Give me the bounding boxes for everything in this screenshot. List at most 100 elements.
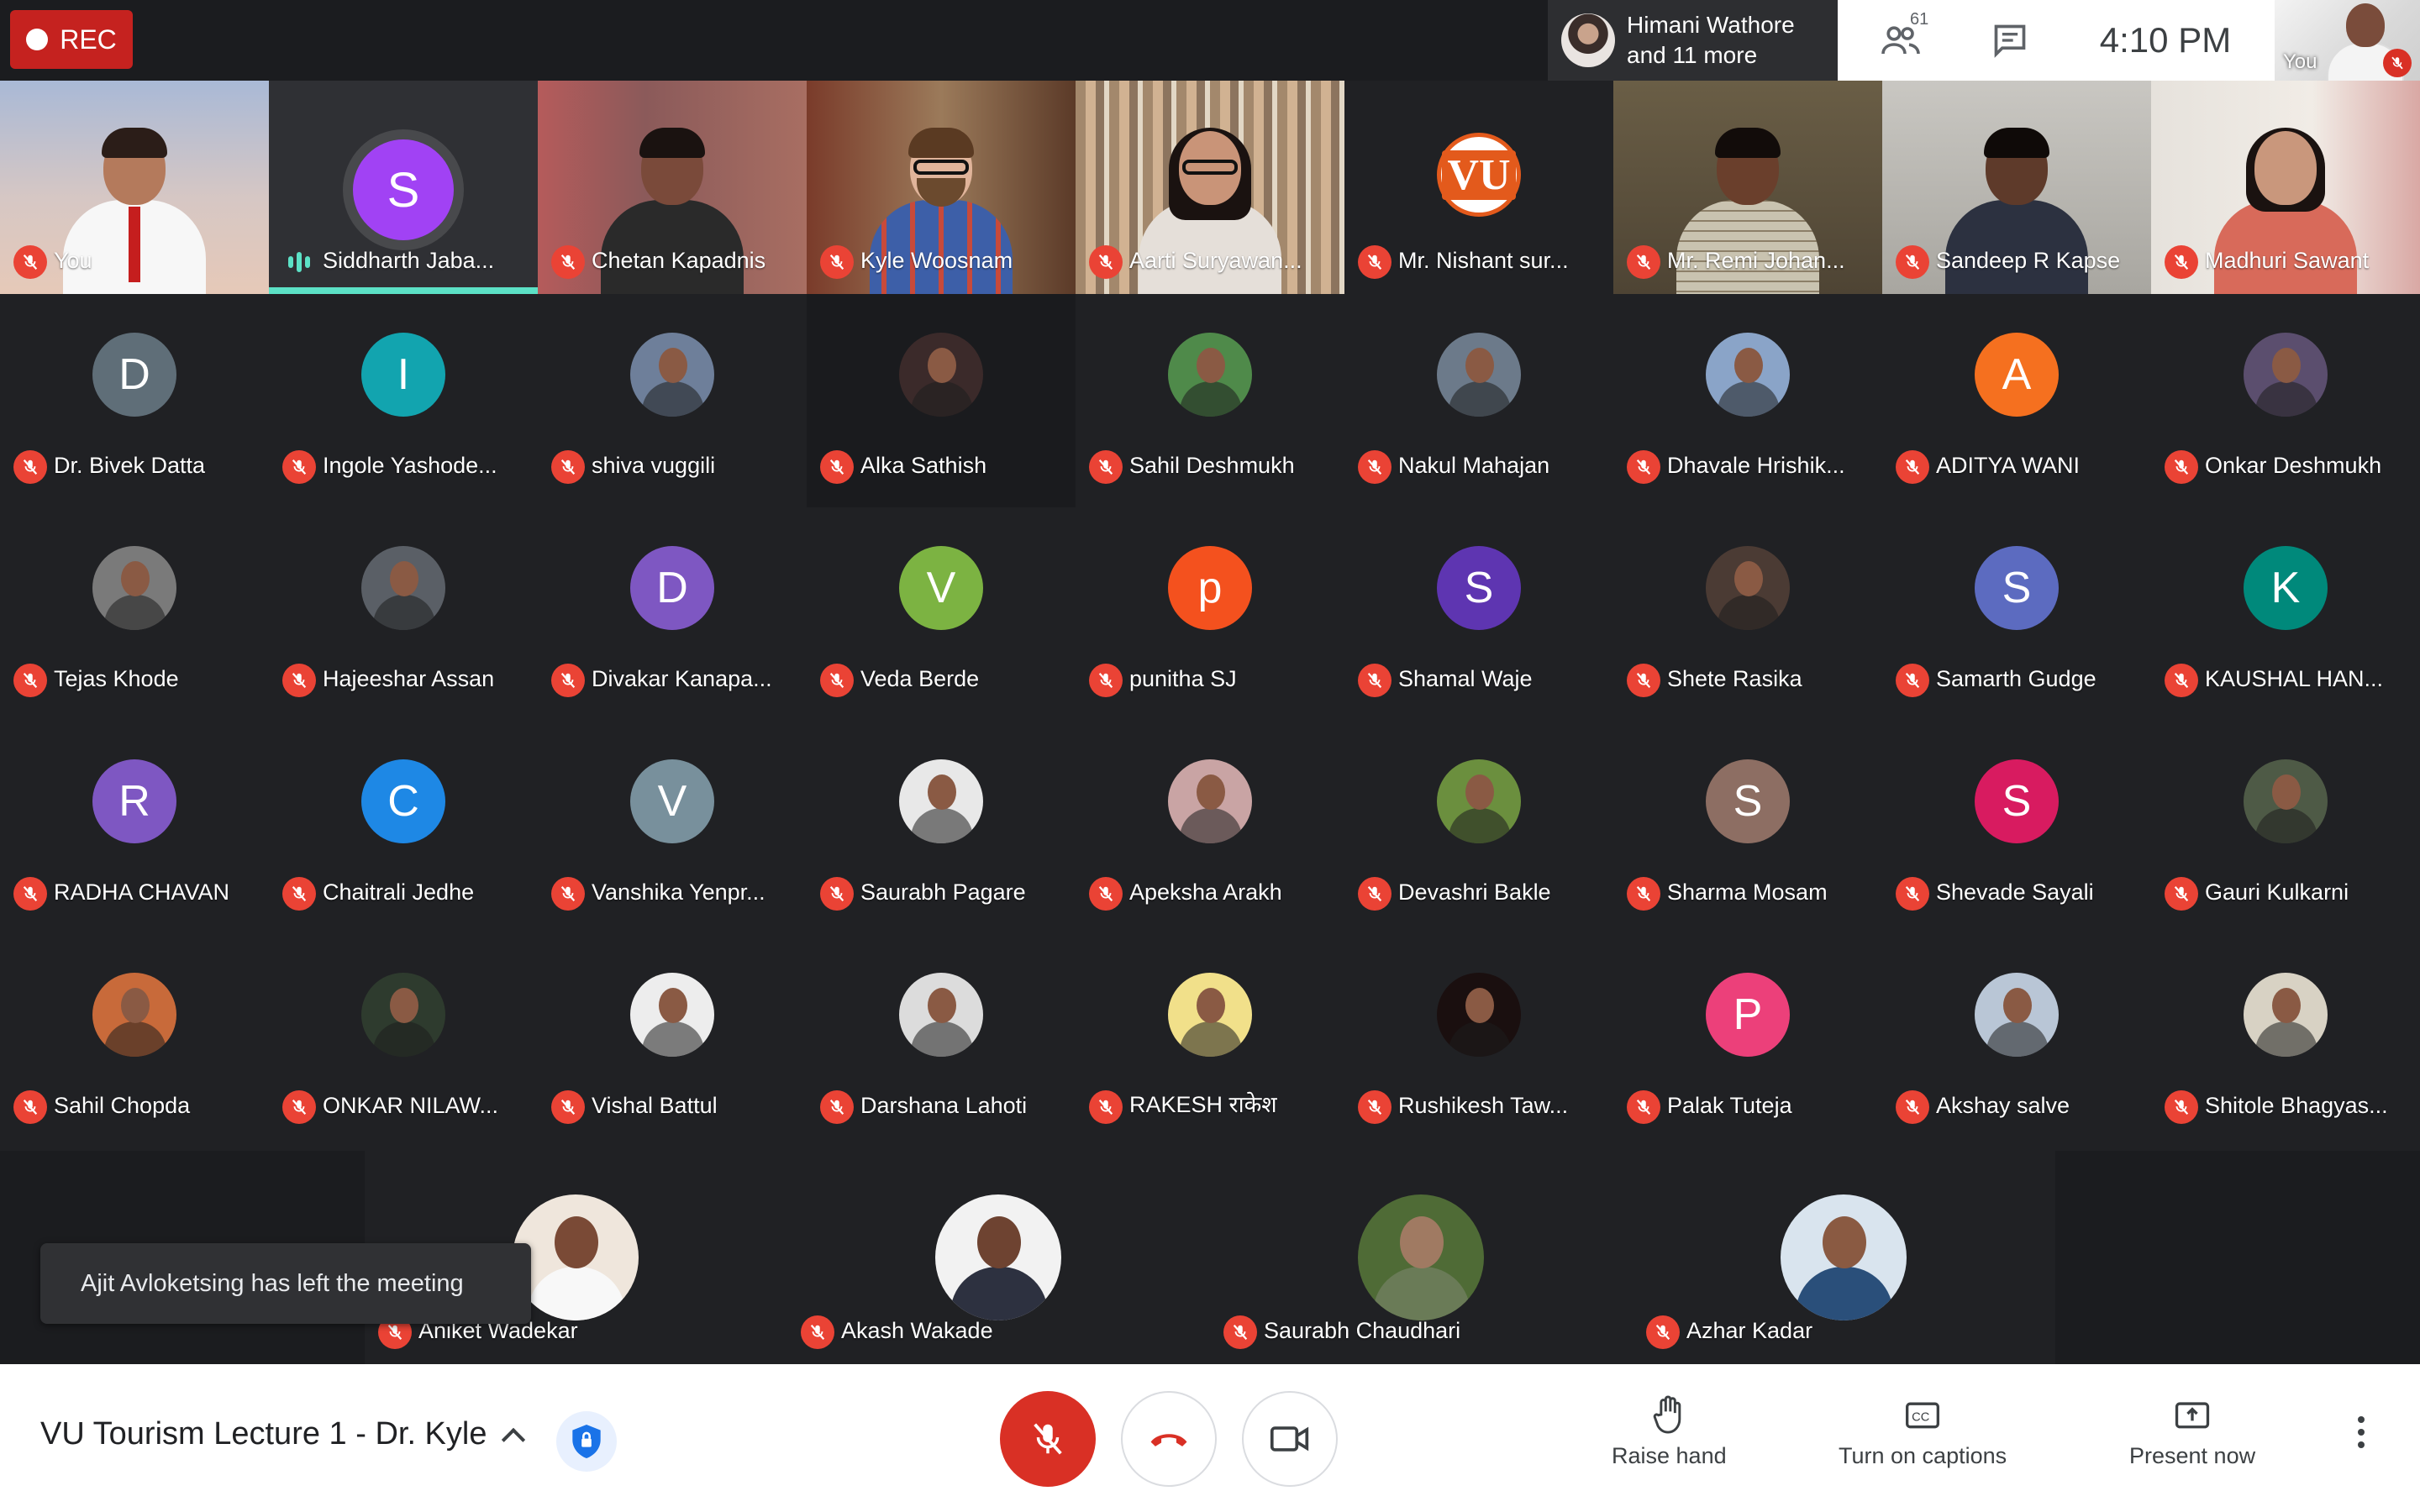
- participant-tile[interactable]: RAKESH राकेश: [1076, 934, 1344, 1147]
- participant-photo: [1706, 333, 1790, 417]
- participant-name: shiva vuggili: [592, 453, 716, 478]
- participant-tile[interactable]: D Dr. Bivek Datta: [0, 294, 269, 507]
- microphone-toggle-button[interactable]: [1000, 1391, 1096, 1487]
- participant-tile[interactable]: Dhavale Hrishik...: [1613, 294, 1882, 507]
- top-controls: 61 4:10 PM: [1838, 0, 2275, 81]
- participant-photo: [899, 759, 983, 843]
- participant-tile[interactable]: Gauri Kulkarni: [2151, 721, 2420, 934]
- captions-button[interactable]: CC Turn on captions: [1839, 1394, 2007, 1469]
- participant-tile[interactable]: V Veda Berde: [807, 507, 1076, 721]
- participant-tile[interactable]: Kyle Woosnam: [807, 81, 1076, 294]
- active-speaker-bar: [269, 287, 538, 294]
- mic-off-icon: [2165, 664, 2198, 697]
- participant-name: Alka Sathish: [860, 453, 987, 478]
- mic-off-icon: [1358, 664, 1392, 697]
- participant-tile[interactable]: S Shamal Waje: [1344, 507, 1613, 721]
- mic-off-icon: [1896, 1090, 1929, 1124]
- participant-tile[interactable]: Akash Wakade: [787, 1151, 1210, 1364]
- participant-tile[interactable]: Onkar Deshmukh: [2151, 294, 2420, 507]
- participant-tile[interactable]: Sandeep R Kapse: [1882, 81, 2151, 294]
- participant-name: punitha SJ: [1129, 666, 1237, 691]
- participant-tile[interactable]: D Divakar Kanapa...: [538, 507, 807, 721]
- participant-tile[interactable]: A ADITYA WANI: [1882, 294, 2151, 507]
- camera-toggle-button[interactable]: [1242, 1391, 1338, 1487]
- participant-tile[interactable]: V Vanshika Yenpr...: [538, 721, 807, 934]
- participant-tile[interactable]: Alka Sathish: [807, 294, 1076, 507]
- presenters-chip[interactable]: Himani Wathore and 11 more: [1548, 0, 1838, 81]
- security-button[interactable]: [556, 1411, 617, 1472]
- svg-text:CC: CC: [1912, 1410, 1930, 1424]
- participant-tile[interactable]: Rushikesh Taw...: [1344, 934, 1613, 1147]
- mic-off-icon: [2165, 245, 2198, 279]
- participant-avatar: I: [361, 333, 445, 417]
- participant-tile[interactable]: Saurabh Chaudhari: [1210, 1151, 1633, 1364]
- participant-avatar: S: [1975, 546, 2059, 630]
- participant-tile[interactable]: S Samarth Gudge: [1882, 507, 2151, 721]
- mic-off-icon: [820, 450, 854, 484]
- participant-tile[interactable]: Tejas Khode: [0, 507, 269, 721]
- participant-video: [1139, 128, 1281, 294]
- leave-call-button[interactable]: [1121, 1391, 1217, 1487]
- participant-tile[interactable]: Sahil Deshmukh: [1076, 294, 1344, 507]
- participant-tile[interactable]: P Palak Tuteja: [1613, 934, 1882, 1147]
- participant-tile[interactable]: Vishal Battul: [538, 934, 807, 1147]
- people-button[interactable]: 61: [1838, 10, 1964, 57]
- mic-off-icon: [1089, 1090, 1123, 1124]
- participant-avatar: D: [92, 333, 176, 417]
- meeting-toast: Ajit Avloketsing has left the meeting: [40, 1243, 531, 1324]
- participant-tile[interactable]: Sahil Chopda: [0, 934, 269, 1147]
- participant-name: Saurabh Pagare: [860, 879, 1026, 905]
- mic-off-icon: [820, 1090, 854, 1124]
- participant-video: [63, 128, 206, 294]
- participant-name: Onkar Deshmukh: [2205, 453, 2382, 478]
- participant-tile[interactable]: Shete Rasika: [1613, 507, 1882, 721]
- participant-tile-you[interactable]: You: [0, 81, 269, 294]
- participant-tile[interactable]: S Shevade Sayali: [1882, 721, 2151, 934]
- participant-tile[interactable]: Saurabh Pagare: [807, 721, 1076, 934]
- participant-tile[interactable]: Apeksha Arakh: [1076, 721, 1344, 934]
- more-options-icon[interactable]: [2358, 1416, 2365, 1448]
- participant-photo: [1437, 333, 1521, 417]
- participant-name: Devashri Bakle: [1398, 879, 1551, 905]
- present-now-label: Present now: [2129, 1443, 2256, 1468]
- participant-tile[interactable]: Devashri Bakle: [1344, 721, 1613, 934]
- presenter-name: Himani Wathore: [1627, 12, 1795, 38]
- participant-name: Akshay salve: [1936, 1093, 2070, 1118]
- participant-tile[interactable]: Mr. Remi Johan...: [1613, 81, 1882, 294]
- participant-tile[interactable]: K KAUSHAL HAN...: [2151, 507, 2420, 721]
- participant-tile[interactable]: ONKAR NILAW...: [269, 934, 538, 1147]
- present-now-button[interactable]: Present now: [2129, 1394, 2255, 1469]
- raise-hand-button[interactable]: Raise hand: [1612, 1394, 1727, 1469]
- participant-photo: [361, 973, 445, 1057]
- participant-video: [1945, 128, 2088, 294]
- participant-tile[interactable]: Shitole Bhagyas...: [2151, 934, 2420, 1147]
- mic-off-icon: [1896, 450, 1929, 484]
- participant-tile[interactable]: Nakul Mahajan: [1344, 294, 1613, 507]
- participant-name: Sahil Deshmukh: [1129, 453, 1295, 478]
- participant-name: Chaitrali Jedhe: [323, 879, 475, 905]
- participant-tile[interactable]: Azhar Kadar: [1633, 1151, 2055, 1364]
- presenter-avatar: [1561, 13, 1615, 67]
- participant-tile-speaking[interactable]: S Siddharth Jaba...: [269, 81, 538, 294]
- participant-tile[interactable]: p punitha SJ: [1076, 507, 1344, 721]
- participant-tile[interactable]: Aarti Suryawan...: [1076, 81, 1344, 294]
- participant-tile[interactable]: Madhuri Sawant: [2151, 81, 2420, 294]
- participant-tile[interactable]: S Sharma Mosam: [1613, 721, 1882, 934]
- participant-tile[interactable]: VU Mr. Nishant sur...: [1344, 81, 1613, 294]
- participant-photo: [2244, 973, 2328, 1057]
- participant-photo: [1168, 759, 1252, 843]
- participant-tile[interactable]: R RADHA CHAVAN: [0, 721, 269, 934]
- participant-avatar: p: [1168, 546, 1252, 630]
- participant-avatar: K: [2244, 546, 2328, 630]
- participant-tile[interactable]: Darshana Lahoti: [807, 934, 1076, 1147]
- participant-tile[interactable]: C Chaitrali Jedhe: [269, 721, 538, 934]
- participant-tile[interactable]: Akshay salve: [1882, 934, 2151, 1147]
- participant-tile[interactable]: I Ingole Yashode...: [269, 294, 538, 507]
- participant-tile[interactable]: Chetan Kapadnis: [538, 81, 807, 294]
- record-dot-icon: [26, 29, 49, 50]
- participant-tile[interactable]: Hajeeshar Assan: [269, 507, 538, 721]
- chat-button[interactable]: [1964, 22, 2056, 59]
- participant-tile[interactable]: shiva vuggili: [538, 294, 807, 507]
- meeting-details-button[interactable]: VU Tourism Lecture 1 - Dr. Kyle: [40, 1416, 526, 1452]
- participant-photo: [1358, 1194, 1484, 1320]
